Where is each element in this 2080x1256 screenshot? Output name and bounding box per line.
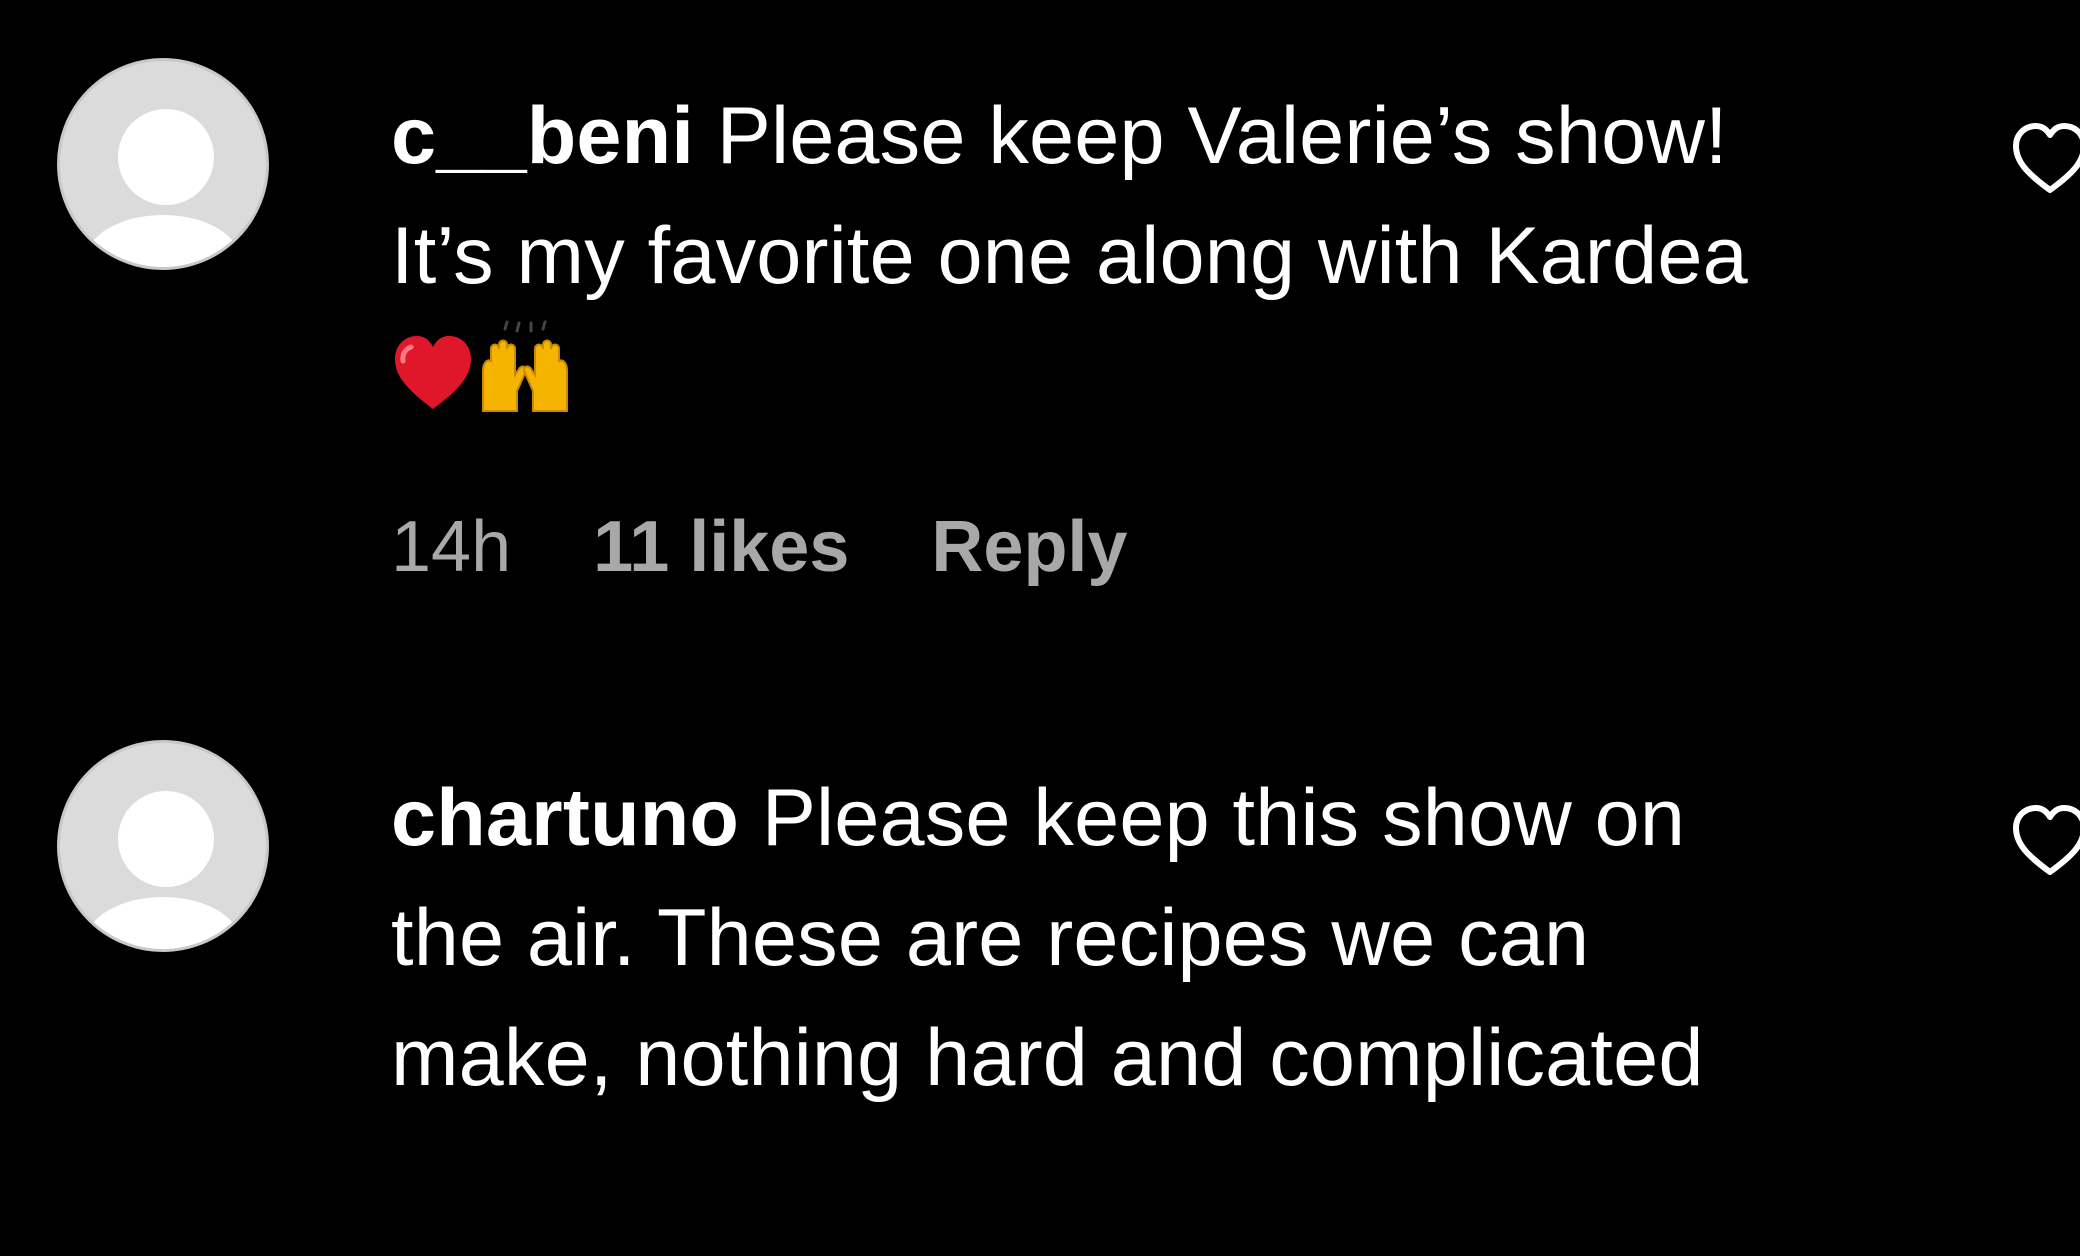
avatar[interactable] <box>57 740 269 952</box>
reply-button[interactable]: Reply <box>931 506 1127 588</box>
comment-username[interactable]: chartuno <box>391 773 739 863</box>
comment-likes-count[interactable]: 11 likes <box>593 506 849 588</box>
red-heart-emoji-icon <box>395 336 471 409</box>
comment-body: chartuno Please keep this show on the ai… <box>391 758 1811 1118</box>
comment-text-block: chartuno Please keep this show on the ai… <box>391 758 1811 1118</box>
avatar-placeholder-body <box>86 215 240 267</box>
heart-outline-icon[interactable] <box>2010 802 2080 882</box>
avatar-placeholder-body <box>86 897 240 949</box>
comment-timestamp[interactable]: 14h <box>391 506 511 588</box>
comment-meta-row: 14h 11 likes Reply <box>391 506 1811 588</box>
comment-body: c__beni Please keep Valerie’s show! It’s… <box>391 76 1811 588</box>
comment-text-block: c__beni Please keep Valerie’s show! It’s… <box>391 76 1811 436</box>
avatar-placeholder-head <box>118 109 214 205</box>
raising-hands-emoji-icon <box>482 320 568 412</box>
comment-username[interactable]: c__beni <box>391 91 694 181</box>
heart-outline-icon[interactable] <box>2010 120 2080 200</box>
avatar[interactable] <box>57 58 269 270</box>
avatar-placeholder-head <box>118 791 214 887</box>
